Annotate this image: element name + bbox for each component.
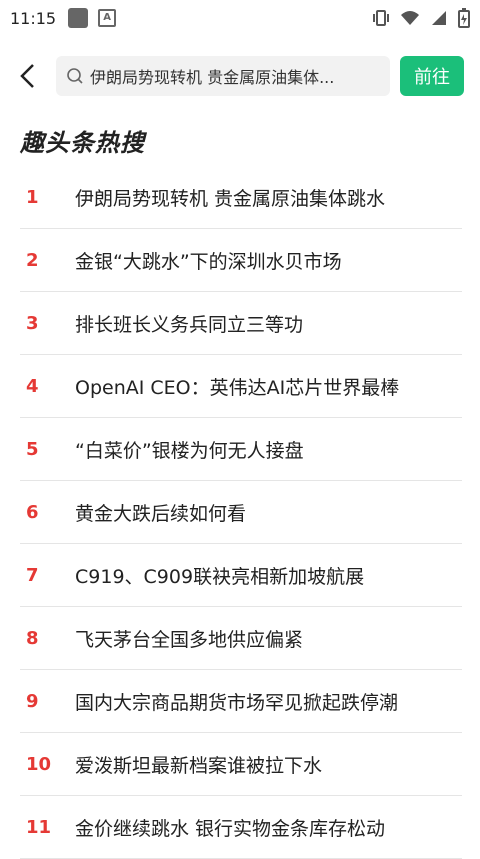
battery-icon — [458, 8, 470, 28]
list-item[interactable]: 11 金价继续跳水 银行实物金条库存松动 — [20, 796, 462, 859]
list-item-text: 伊朗局势现转机 贵金属原油集体跳水 — [75, 187, 386, 210]
rank-number: 5 — [26, 438, 39, 460]
rank-number: 10 — [26, 753, 52, 775]
list-item[interactable]: 4 OpenAI CEO：英伟达AI芯片世界最棒 — [20, 355, 462, 418]
list-item[interactable]: 7 C919、C909联袂亮相新加坡航展 — [20, 544, 462, 607]
list-item-text: 飞天茅台全国多地供应偏紧 — [75, 628, 304, 651]
list-item-text: C919、C909联袂亮相新加坡航展 — [75, 565, 365, 588]
notification-a-icon: A — [98, 9, 117, 27]
list-item-text: OpenAI CEO：英伟达AI芯片世界最棒 — [75, 376, 400, 399]
list-item-text: 金价继续跳水 银行实物金条库存松动 — [75, 817, 386, 840]
list-item[interactable]: 9 国内大宗商品期货市场罕见掀起跌停潮 — [20, 670, 462, 733]
hot-list: 1 伊朗局势现转机 贵金属原油集体跳水 2 金银“大跳水”下的深圳水贝市场 3 排长班长义… — [20, 166, 462, 859]
rank-number: 9 — [26, 690, 39, 712]
rank-number: 4 — [26, 375, 39, 397]
status-bar: 11:15 A — [0, 0, 480, 36]
status-icons — [372, 8, 470, 28]
search-bar: 伊朗局势现转机 贵金属原油集体... 前往 — [0, 56, 480, 96]
rank-number: 8 — [26, 627, 39, 649]
list-item[interactable]: 8 飞天茅台全国多地供应偏紧 — [20, 607, 462, 670]
rank-number: 1 — [26, 186, 39, 208]
rank-number: 6 — [26, 501, 39, 523]
list-item[interactable]: 10 爱泼斯坦最新档案谁被拉下水 — [20, 733, 462, 796]
notification-square-icon — [68, 8, 89, 28]
hot-search-title: 趣头条热搜 — [20, 129, 145, 157]
list-item-text: 国内大宗商品期货市场罕见掀起跌停潮 — [75, 691, 399, 714]
search-input[interactable]: 伊朗局势现转机 贵金属原油集体... — [56, 56, 390, 96]
list-item[interactable]: 5 “白菜价”银楼为何无人接盘 — [20, 418, 462, 481]
list-item-text: 金银“大跳水”下的深圳水贝市场 — [75, 250, 342, 273]
status-time: 11:15 — [10, 8, 57, 28]
list-item-text: 黄金大跌后续如何看 — [75, 502, 247, 525]
rank-number: 11 — [26, 816, 52, 838]
list-item[interactable]: 1 伊朗局势现转机 贵金属原油集体跳水 — [20, 166, 462, 229]
list-item[interactable]: 3 排长班长义务兵同立三等功 — [20, 292, 462, 355]
rank-number: 3 — [26, 312, 39, 334]
list-item-text: “白菜价”银楼为何无人接盘 — [75, 439, 304, 462]
search-icon — [67, 68, 83, 84]
go-button[interactable]: 前往 — [400, 56, 464, 96]
chevron-left-icon — [20, 64, 34, 88]
wifi-icon — [401, 11, 419, 25]
search-query: 伊朗局势现转机 贵金属原油集体... — [90, 68, 335, 87]
rank-number: 2 — [26, 249, 39, 271]
list-item[interactable]: 2 金银“大跳水”下的深圳水贝市场 — [20, 229, 462, 292]
list-item-text: 排长班长义务兵同立三等功 — [75, 313, 304, 336]
back-button[interactable] — [14, 60, 40, 92]
rank-number: 7 — [26, 564, 39, 586]
list-item-text: 爱泼斯坦最新档案谁被拉下水 — [75, 754, 323, 777]
signal-icon — [432, 11, 446, 25]
vibrate-icon — [373, 10, 389, 26]
list-item[interactable]: 6 黄金大跌后续如何看 — [20, 481, 462, 544]
